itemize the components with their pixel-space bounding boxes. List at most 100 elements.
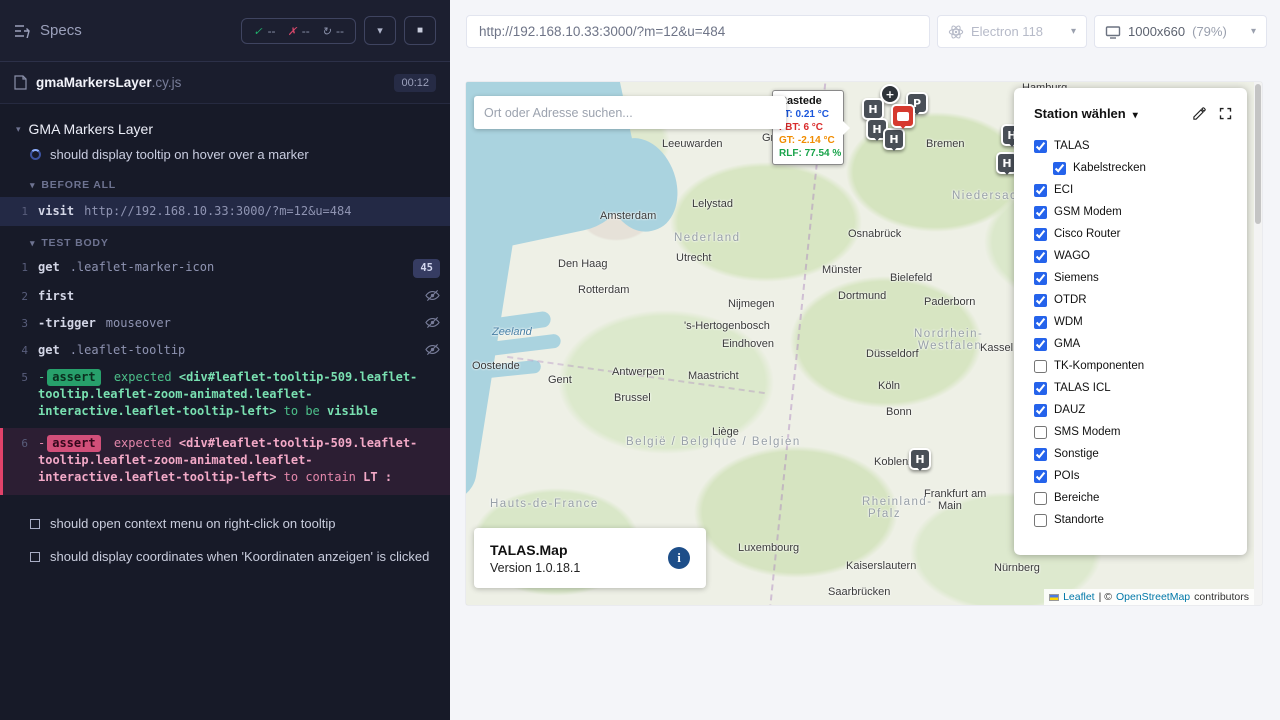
command-visit[interactable]: 1 visit http://192.168.10.33:3000/?m=12&… xyxy=(0,197,450,226)
version-card: TALAS.Map Version 1.0.18.1 xyxy=(474,528,706,588)
station-checkbox[interactable] xyxy=(1034,492,1047,505)
command-get-marker[interactable]: 1 get .leaflet-marker-icon 45 xyxy=(0,254,450,283)
info-icon[interactable] xyxy=(668,547,690,569)
tooltip-title: Rastede xyxy=(779,95,837,107)
assert-badge: assert xyxy=(47,369,100,386)
url-input[interactable] xyxy=(479,24,917,39)
suite-header[interactable]: ▾ GMA Markers Layer xyxy=(0,112,450,142)
expand-icon[interactable] xyxy=(1218,106,1233,121)
station-checkbox-item[interactable]: DAUZ xyxy=(1034,399,1247,421)
tooltip-measurement-row: LT: 0.21 °C xyxy=(779,108,837,121)
viewport-icon xyxy=(1105,24,1121,40)
station-checkbox[interactable] xyxy=(1034,448,1047,461)
command-assert-passed[interactable]: 5 -assert expected <div#leaflet-tooltip-… xyxy=(0,364,450,425)
station-panel-header: Station wählen xyxy=(1014,88,1247,131)
command-trigger[interactable]: 3 -trigger mouseover xyxy=(0,310,450,337)
station-label: SMS Modem xyxy=(1054,426,1120,438)
edit-pencil-icon[interactable] xyxy=(1192,106,1207,121)
command-assert-failed[interactable]: 6 -assert expected <div#leaflet-tooltip-… xyxy=(0,428,450,495)
marker-glyph-icon: H xyxy=(889,134,898,145)
map-label: Gent xyxy=(548,374,572,386)
map-marker[interactable] xyxy=(891,104,915,128)
ukraine-flag-icon xyxy=(1049,594,1059,601)
station-checkbox-item[interactable]: POIs xyxy=(1034,465,1247,487)
browser-selector[interactable]: Electron 118 xyxy=(937,15,1087,48)
app-title: TALAS.Map xyxy=(490,542,580,558)
pending-square-icon xyxy=(30,519,40,529)
map-label: Lelystad xyxy=(692,198,733,210)
station-checkbox[interactable] xyxy=(1034,140,1047,153)
app-root: Specs -- -- -- gmaMarkersLayer.cy.js 00:… xyxy=(0,0,1280,720)
station-checkbox[interactable] xyxy=(1053,162,1066,175)
marker-glyph-icon: H xyxy=(915,454,924,465)
map-label: Rotterdam xyxy=(578,284,629,296)
station-checkbox[interactable] xyxy=(1034,228,1047,241)
viewport-selector[interactable]: 1000x660 (79%) xyxy=(1094,15,1267,48)
scrollbar-thumb[interactable] xyxy=(1255,84,1261,224)
map-marker[interactable]: H xyxy=(909,448,931,470)
station-checkbox-item[interactable]: ECI xyxy=(1034,179,1247,201)
station-checkbox-item[interactable]: Sonstige xyxy=(1034,443,1247,465)
active-test[interactable]: should display tooltip on hover over a m… xyxy=(0,142,450,169)
cross-icon xyxy=(288,24,297,38)
station-checkbox[interactable] xyxy=(1034,360,1047,373)
leaflet-map[interactable]: HamburgBremenGroningenLeeuwardenNiedersa… xyxy=(466,82,1262,605)
electron-icon xyxy=(948,24,964,40)
map-label: Paderborn xyxy=(924,296,975,308)
test-body-section[interactable]: ▾ TEST BODY xyxy=(0,227,450,254)
station-checkbox-item[interactable]: Cisco Router xyxy=(1034,223,1247,245)
reporter-controls: -- -- -- xyxy=(241,16,436,45)
station-checkbox[interactable] xyxy=(1034,514,1047,527)
specs-menu-icon xyxy=(14,24,30,38)
station-checkbox[interactable] xyxy=(1034,338,1047,351)
station-label: TALAS xyxy=(1054,140,1090,152)
station-checkbox-item[interactable]: TK-Komponenten xyxy=(1034,355,1247,377)
pending-test[interactable]: should display coordinates when 'Koordin… xyxy=(0,540,450,573)
map-scrollbar[interactable] xyxy=(1254,82,1262,605)
station-checkbox-item[interactable]: Kabelstrecken xyxy=(1053,157,1247,179)
before-all-section[interactable]: ▾ BEFORE ALL xyxy=(0,169,450,196)
map-label: Kaiserslautern xyxy=(846,560,916,572)
cypress-reporter: Specs -- -- -- gmaMarkersLayer.cy.js 00:… xyxy=(0,0,450,720)
map-label: Brussel xyxy=(614,392,651,404)
station-checkbox-item[interactable]: Bereiche xyxy=(1034,487,1247,509)
station-checkbox-item[interactable]: Standorte xyxy=(1034,509,1247,531)
map-marker[interactable]: H xyxy=(862,98,884,120)
tooltip-measurement-row: GT: -2.14 °C xyxy=(779,134,837,147)
specs-menu[interactable]: Specs xyxy=(14,22,82,39)
station-checkbox-item[interactable]: SMS Modem xyxy=(1034,421,1247,443)
osm-link[interactable]: OpenStreetMap xyxy=(1116,591,1190,603)
station-checkbox[interactable] xyxy=(1034,250,1047,263)
station-checkbox-item[interactable]: GMA xyxy=(1034,333,1247,355)
station-checkbox[interactable] xyxy=(1034,404,1047,417)
station-checkbox-item[interactable]: GSM Modem xyxy=(1034,201,1247,223)
station-label: GSM Modem xyxy=(1054,206,1122,218)
command-get-tooltip[interactable]: 4 get .leaflet-tooltip xyxy=(0,337,450,364)
station-checkbox[interactable] xyxy=(1034,470,1047,483)
passed-stat: -- xyxy=(253,24,275,38)
command-first[interactable]: 2 first xyxy=(0,283,450,310)
browser-label: Electron 118 xyxy=(971,24,1043,39)
station-checkbox-item[interactable]: WDM xyxy=(1034,311,1247,333)
spec-file-row[interactable]: gmaMarkersLayer.cy.js 00:12 xyxy=(0,62,450,104)
viewport-menu-button[interactable] xyxy=(364,16,396,45)
station-checkbox-item[interactable]: Siemens xyxy=(1034,267,1247,289)
map-label: Nürnberg xyxy=(994,562,1040,574)
pending-test[interactable]: should open context menu on right-click … xyxy=(0,507,450,540)
search-input[interactable] xyxy=(484,106,776,120)
station-checkbox[interactable] xyxy=(1034,272,1047,285)
station-checkbox-item[interactable]: TALAS xyxy=(1034,135,1247,157)
station-checkbox[interactable] xyxy=(1034,316,1047,329)
station-checkbox-item[interactable]: OTDR xyxy=(1034,289,1247,311)
station-checkbox-item[interactable]: WAGO xyxy=(1034,245,1247,267)
map-label: Maastricht xyxy=(688,370,739,382)
station-checkbox[interactable] xyxy=(1034,426,1047,439)
station-checkbox[interactable] xyxy=(1034,206,1047,219)
station-dropdown[interactable]: Station wählen xyxy=(1034,106,1138,121)
leaflet-link[interactable]: Leaflet xyxy=(1063,591,1095,603)
station-checkbox[interactable] xyxy=(1034,294,1047,307)
station-checkbox[interactable] xyxy=(1034,382,1047,395)
station-checkbox[interactable] xyxy=(1034,184,1047,197)
stop-button[interactable] xyxy=(404,16,436,45)
station-checkbox-item[interactable]: TALAS ICL xyxy=(1034,377,1247,399)
